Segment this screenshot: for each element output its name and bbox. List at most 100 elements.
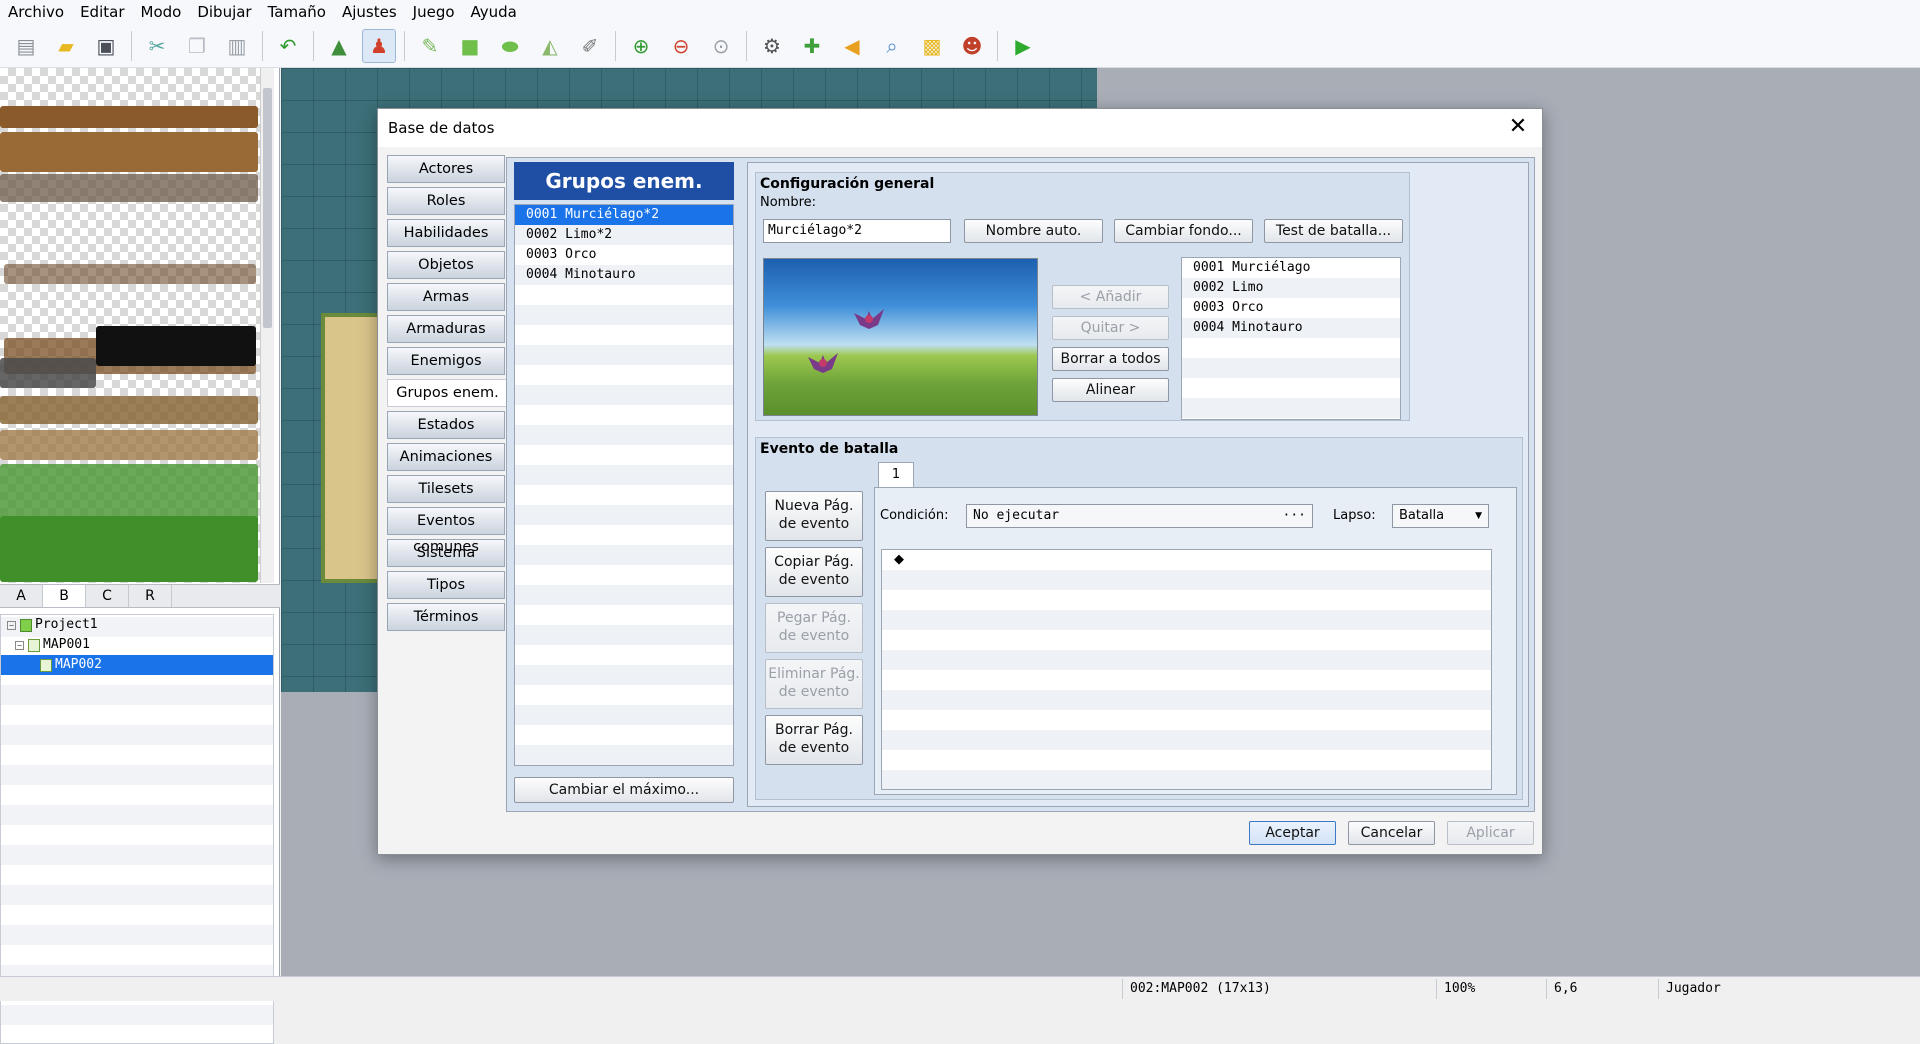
menu-ayuda[interactable]: Ayuda: [463, 3, 525, 21]
tileset-tab-a[interactable]: A: [0, 585, 43, 607]
category-enemigos[interactable]: Enemigos: [387, 347, 505, 375]
copy-icon[interactable]: ❐: [180, 29, 214, 63]
tree-item-map002[interactable]: MAP002: [1, 655, 273, 675]
category-roles[interactable]: Roles: [387, 187, 505, 215]
tileset-palette[interactable]: [0, 68, 260, 583]
menu-editar[interactable]: Editar: [72, 3, 132, 21]
event-search-icon[interactable]: ⌕: [875, 29, 909, 63]
clear-page-button[interactable]: Borrar Pág. de evento: [765, 715, 863, 765]
condition-more-icon[interactable]: ···: [1283, 505, 1306, 527]
troop-list-item[interactable]: 0003 Orco: [515, 245, 733, 265]
pencil-icon[interactable]: ✎: [413, 29, 447, 63]
playtest-icon[interactable]: ▶: [1006, 29, 1040, 63]
undo-icon[interactable]: ↶: [271, 29, 305, 63]
map-icon: [28, 638, 40, 652]
change-background-button[interactable]: Cambiar fondo...: [1114, 219, 1253, 243]
tile-furniture-row: [0, 106, 258, 128]
category-actores[interactable]: Actores: [387, 155, 505, 183]
paste-page-button[interactable]: Pegar Pág. de evento: [765, 603, 863, 653]
enemy-list-item[interactable]: 0002 Limo: [1182, 278, 1400, 298]
bat-sprite[interactable]: [806, 347, 840, 377]
bat-sprite[interactable]: [852, 303, 886, 333]
category-tipos[interactable]: Tipos: [387, 571, 505, 599]
toolbar-separator: [262, 30, 263, 61]
ok-button[interactable]: Aceptar: [1249, 821, 1336, 845]
tree-item-project[interactable]: − Project1: [1, 615, 273, 635]
collapse-icon[interactable]: −: [15, 640, 24, 650]
menu-dibujar[interactable]: Dibujar: [189, 3, 259, 21]
clear-all-button[interactable]: Borrar a todos: [1052, 347, 1169, 371]
troop-list-item[interactable]: 0004 Minotauro: [515, 265, 733, 285]
resource-manager-icon[interactable]: ▩: [915, 29, 949, 63]
scrollbar-thumb[interactable]: [263, 88, 272, 328]
new-page-button[interactable]: Nueva Pág. de evento: [765, 491, 863, 541]
fill-icon[interactable]: ◭: [533, 29, 567, 63]
tileset-tab-r[interactable]: R: [129, 585, 172, 607]
delete-page-button[interactable]: Eliminar Pág. de evento: [765, 659, 863, 709]
category-objetos[interactable]: Objetos: [387, 251, 505, 279]
enemy-list-item[interactable]: 0004 Minotauro: [1182, 318, 1400, 338]
category-sistema[interactable]: Sistema: [387, 539, 505, 567]
map-mode-icon[interactable]: ▲: [322, 29, 356, 63]
command-list-row[interactable]: ◆: [882, 550, 1491, 570]
zoom-out-icon[interactable]: ⊖: [664, 29, 698, 63]
align-button[interactable]: Alinear: [1052, 378, 1169, 402]
battle-preview[interactable]: [763, 258, 1038, 416]
menu-archivo[interactable]: Archivo: [0, 3, 72, 21]
category-armaduras[interactable]: Armaduras: [387, 315, 505, 343]
ellipse-icon[interactable]: ⬬: [493, 29, 527, 63]
tile-arch-row: [0, 174, 258, 202]
plugin-manager-icon[interactable]: ✚: [795, 29, 829, 63]
name-field[interactable]: Murciélago*2: [763, 219, 951, 243]
remove-enemy-button[interactable]: Quitar >: [1052, 316, 1169, 340]
enemy-list-item[interactable]: 0003 Orco: [1182, 298, 1400, 318]
menu-ajustes[interactable]: Ajustes: [334, 3, 405, 21]
tree-item-map001[interactable]: − MAP001: [1, 635, 273, 655]
auto-name-button[interactable]: Nombre auto.: [964, 219, 1103, 243]
cut-icon[interactable]: ✂: [140, 29, 174, 63]
open-project-icon[interactable]: ▰: [49, 29, 83, 63]
span-select[interactable]: Batalla ▼: [1392, 504, 1489, 528]
character-generator-icon[interactable]: ☻: [955, 29, 989, 63]
category-armas[interactable]: Armas: [387, 283, 505, 311]
tile-tree-row: [0, 516, 258, 582]
menu-modo[interactable]: Modo: [133, 3, 190, 21]
collapse-icon[interactable]: −: [7, 620, 16, 630]
category-grupos-enem[interactable]: Grupos enem.: [387, 379, 507, 407]
tileset-tab-c[interactable]: C: [86, 585, 129, 607]
battle-test-button[interactable]: Test de batalla...: [1264, 219, 1403, 243]
event-command-list[interactable]: ◆: [881, 549, 1492, 790]
change-max-button[interactable]: Cambiar el máximo...: [514, 777, 734, 803]
category-eventos-comunes[interactable]: Eventos comunes: [387, 507, 505, 555]
apply-button[interactable]: Aplicar: [1447, 821, 1534, 845]
tileset-scrollbar[interactable]: [260, 68, 274, 583]
troop-list-item[interactable]: 0001 Murciélago*2: [515, 205, 733, 225]
database-icon[interactable]: ⚙: [755, 29, 789, 63]
condition-field[interactable]: No ejecutar ···: [966, 504, 1313, 528]
save-icon[interactable]: ▣: [89, 29, 123, 63]
category-animaciones[interactable]: Animaciones: [387, 443, 505, 471]
zoom-in-icon[interactable]: ⊕: [624, 29, 658, 63]
menu-juego[interactable]: Juego: [405, 3, 463, 21]
troops-panel: Grupos enem. 0001 Murciélago*2 0002 Limo…: [506, 157, 1535, 812]
event-page-tab-1[interactable]: 1: [878, 462, 914, 488]
sound-test-icon[interactable]: ◀: [835, 29, 869, 63]
category-tilesets[interactable]: Tilesets: [387, 475, 505, 503]
copy-page-button[interactable]: Copiar Pág. de evento: [765, 547, 863, 597]
shadow-pen-icon[interactable]: ✐: [573, 29, 607, 63]
tileset-tab-b[interactable]: B: [43, 585, 86, 607]
menu-tamano[interactable]: Tamaño: [260, 3, 334, 21]
category-terminos[interactable]: Términos: [387, 603, 505, 631]
close-icon[interactable]: ✕: [1504, 113, 1532, 141]
enemy-list-item[interactable]: 0001 Murciélago: [1182, 258, 1400, 278]
add-enemy-button[interactable]: < Añadir: [1052, 285, 1169, 309]
troop-list-item[interactable]: 0002 Limo*2: [515, 225, 733, 245]
category-estados[interactable]: Estados: [387, 411, 505, 439]
zoom-actual-icon[interactable]: ⊙: [704, 29, 738, 63]
cancel-button[interactable]: Cancelar: [1348, 821, 1435, 845]
paste-icon[interactable]: ▥: [220, 29, 254, 63]
new-project-icon[interactable]: ▤: [9, 29, 43, 63]
event-mode-icon[interactable]: ♟: [362, 28, 396, 63]
category-habilidades[interactable]: Habilidades: [387, 219, 505, 247]
rectangle-icon[interactable]: ■: [453, 29, 487, 63]
